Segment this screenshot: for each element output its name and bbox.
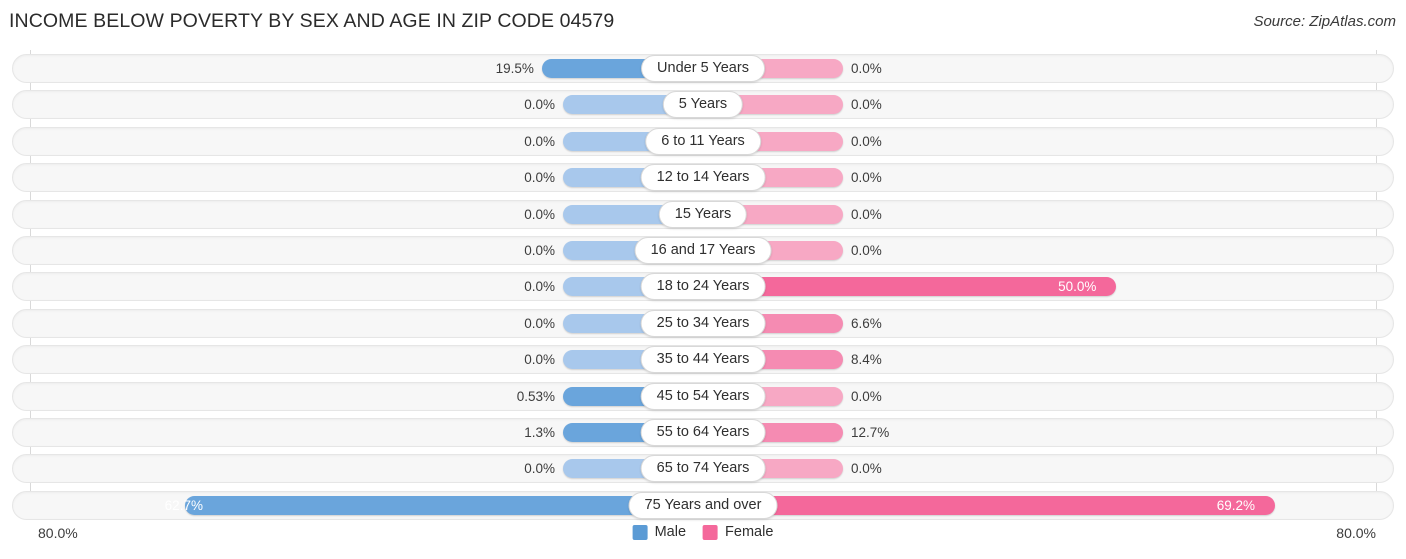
- male-value-label: 0.0%: [524, 461, 555, 477]
- category-label: 65 to 74 Years: [640, 455, 766, 483]
- axis-label-right: 80.0%: [1336, 525, 1376, 541]
- male-value-label: 19.5%: [495, 61, 534, 76]
- category-label: 75 Years and over: [628, 491, 778, 519]
- chart-page: INCOME BELOW POVERTY BY SEX AND AGE IN Z…: [0, 0, 1406, 559]
- table-row[interactable]: 0.0% 8.4% 35 to 44 Years: [12, 345, 1394, 375]
- table-row[interactable]: 0.0% 50.0% 18 to 24 Years: [12, 272, 1394, 302]
- table-row[interactable]: 62.7% 69.2% 75 Years and over: [12, 490, 1394, 520]
- legend-label-female: Female: [725, 524, 774, 540]
- male-value-label: 0.53%: [516, 388, 555, 404]
- female-value-label: 50.0%: [1058, 279, 1097, 295]
- table-row[interactable]: 0.0% 0.0% 15 Years: [12, 199, 1394, 229]
- category-label: 35 to 44 Years: [640, 346, 766, 374]
- male-bar[interactable]: [184, 495, 703, 515]
- page-title: INCOME BELOW POVERTY BY SEX AND AGE IN Z…: [9, 10, 615, 32]
- source-attribution: Source: ZipAtlas.com: [1253, 13, 1396, 30]
- chart-legend: Male Female: [632, 524, 773, 540]
- male-value-label: 0.0%: [524, 170, 555, 186]
- female-value-label: 12.7%: [851, 425, 890, 440]
- male-value-label: 0.0%: [524, 315, 555, 331]
- table-row[interactable]: 0.53% 0.0% 45 to 54 Years: [12, 381, 1394, 411]
- category-label: 6 to 11 Years: [645, 127, 761, 155]
- table-row[interactable]: 0.0% 0.0% 5 Years: [12, 90, 1394, 120]
- male-value-label: 0.0%: [524, 206, 555, 222]
- female-value-label: 0.0%: [851, 170, 882, 186]
- table-row[interactable]: 0.0% 0.0% 12 to 14 Years: [12, 163, 1394, 193]
- chart-footer: 80.0% 80.0% Male Female: [0, 519, 1406, 559]
- female-color-swatch: [703, 524, 719, 540]
- female-value-label: 0.0%: [851, 388, 882, 404]
- female-value-label: 0.0%: [851, 243, 882, 258]
- female-value-label: 8.4%: [851, 352, 882, 368]
- male-value-label: 0.0%: [524, 352, 555, 368]
- female-value-label: 0.0%: [851, 61, 882, 76]
- table-row[interactable]: 1.3% 12.7% 55 to 64 Years: [12, 418, 1394, 447]
- category-label: 18 to 24 Years: [640, 273, 766, 301]
- category-label: Under 5 Years: [641, 55, 765, 82]
- legend-item-female[interactable]: Female: [703, 524, 773, 540]
- female-value-label: 69.2%: [1216, 497, 1256, 513]
- male-value-label: 0.0%: [524, 133, 555, 149]
- male-value-label: 0.0%: [524, 97, 555, 113]
- category-label: 55 to 64 Years: [640, 419, 766, 446]
- table-row[interactable]: 0.0% 6.6% 25 to 34 Years: [12, 308, 1394, 338]
- female-value-label: 6.6%: [851, 315, 882, 331]
- male-value-label: 0.0%: [524, 243, 555, 258]
- category-label: 25 to 34 Years: [640, 309, 766, 337]
- female-value-label: 0.0%: [851, 461, 882, 477]
- diverging-bar-chart: 19.5% 0.0% Under 5 Years 0.0% 0.0% 5 Years 0.0…: [0, 44, 1406, 520]
- category-label: 16 and 17 Years: [634, 237, 772, 264]
- table-row[interactable]: 0.0% 0.0% 6 to 11 Years: [12, 126, 1394, 156]
- table-row[interactable]: 19.5% 0.0% Under 5 Years: [12, 54, 1394, 83]
- table-row[interactable]: 0.0% 0.0% 65 to 74 Years: [12, 454, 1394, 484]
- female-value-label: 0.0%: [851, 97, 882, 113]
- axis-label-left: 80.0%: [38, 525, 78, 541]
- legend-item-male[interactable]: Male: [632, 524, 687, 540]
- male-color-swatch: [632, 524, 648, 540]
- category-label: 12 to 14 Years: [640, 164, 766, 192]
- male-value-label: 62.7%: [164, 497, 203, 513]
- category-label: 5 Years: [662, 91, 744, 119]
- chart-header: INCOME BELOW POVERTY BY SEX AND AGE IN Z…: [0, 0, 1406, 44]
- female-value-label: 0.0%: [851, 133, 882, 149]
- female-bar[interactable]: [703, 495, 1275, 515]
- category-label: 15 Years: [658, 200, 748, 228]
- table-row[interactable]: 0.0% 0.0% 16 and 17 Years: [12, 236, 1394, 265]
- female-value-label: 0.0%: [851, 206, 882, 222]
- legend-label-male: Male: [654, 524, 687, 540]
- category-label: 45 to 54 Years: [640, 382, 766, 410]
- male-value-label: 1.3%: [524, 425, 555, 440]
- male-value-label: 0.0%: [524, 279, 555, 295]
